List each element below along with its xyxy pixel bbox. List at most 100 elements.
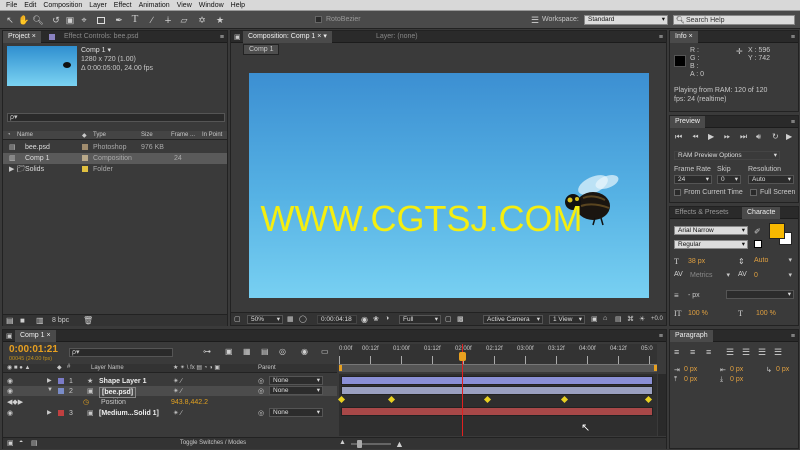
loop-icon[interactable]: ↻: [772, 132, 779, 141]
tab-info[interactable]: Info ×: [670, 31, 698, 43]
expand-switches-icon[interactable]: ▣: [7, 439, 14, 447]
menu-file[interactable]: File: [6, 2, 17, 9]
camera-tool-icon[interactable]: ▣: [64, 14, 76, 26]
visibility-eye-icon[interactable]: ◉: [7, 377, 13, 385]
work-area-bar[interactable]: [339, 364, 657, 372]
tab-effects-presets[interactable]: Effects & Presets: [670, 207, 734, 219]
time-navigator-end-icon[interactable]: [654, 365, 657, 371]
expand-arrow-icon[interactable]: ▼: [47, 387, 53, 393]
layer-label-color[interactable]: [58, 388, 64, 394]
expand-stretch-icon[interactable]: ▤: [31, 439, 38, 447]
tab-paragraph[interactable]: Paragraph: [670, 330, 713, 342]
leading-select[interactable]: Auto ▾: [752, 256, 794, 265]
puppet-tool-icon[interactable]: ★: [214, 14, 226, 26]
pan-behind-tool-icon[interactable]: ⌖: [78, 14, 90, 26]
hand-tool-icon[interactable]: ✋: [18, 14, 30, 26]
camera-select[interactable]: Active Camera ▾: [483, 315, 543, 324]
layer-duration-bar[interactable]: [341, 407, 653, 416]
position-property-value[interactable]: 943.8,442.2: [171, 398, 208, 407]
header-frame-rate[interactable]: Frame ...: [171, 131, 195, 140]
timeline-scrollbar[interactable]: [658, 374, 666, 436]
vertical-scale-value[interactable]: 100 %: [688, 309, 708, 318]
snapshot-icon[interactable]: ◉: [361, 315, 368, 324]
hide-shy-icon[interactable]: ▦: [243, 347, 251, 356]
roto-brush-icon[interactable]: ✡: [196, 14, 208, 26]
project-item-bee-psd[interactable]: ▤ bee.psd Photoshop 976 KB: [3, 142, 227, 153]
expand-arrow-icon[interactable]: ▶︎: [47, 409, 52, 416]
panel-menu-icon[interactable]: ≡: [791, 31, 795, 43]
new-comp-icon[interactable]: ▥: [36, 316, 44, 325]
tab-composition[interactable]: Composition: Comp 1 × ▾: [243, 31, 332, 43]
chevron-down-icon[interactable]: ▾: [323, 33, 327, 40]
parent-pick-whip-icon[interactable]: ◎: [258, 409, 264, 417]
frame-rate-select[interactable]: 24 ▾: [674, 175, 712, 184]
align-left-icon[interactable]: ≡: [674, 347, 679, 357]
menu-view[interactable]: View: [177, 2, 192, 9]
zoom-in-icon[interactable]: ▲: [395, 439, 404, 449]
parent-select[interactable]: None ▾: [269, 376, 323, 385]
audio-icon[interactable]: 🔊︎: [756, 132, 761, 142]
zoom-slider-handle[interactable]: [357, 440, 362, 448]
layer-name[interactable]: [bee.psd]: [99, 387, 137, 398]
interpret-footage-icon[interactable]: ▤: [6, 316, 14, 325]
toggle-pixel-icon[interactable]: ▣: [591, 315, 598, 323]
mask-icon[interactable]: ◯: [299, 315, 307, 323]
resolution-select[interactable]: Full ▾: [399, 315, 441, 324]
timecode[interactable]: 0:00:01:21: [9, 344, 58, 355]
menu-help[interactable]: Help: [231, 2, 245, 9]
keyframe-diamond[interactable]: [483, 395, 491, 404]
rotobezier-checkbox[interactable]: [315, 16, 322, 23]
keyframe-diamond[interactable]: [337, 395, 346, 404]
always-preview-icon[interactable]: ▢: [234, 315, 241, 323]
lock-icon[interactable]: ▣: [234, 33, 241, 41]
eyedropper-icon[interactable]: ✐: [754, 227, 761, 236]
header-in-point[interactable]: In Point: [202, 131, 222, 140]
panel-menu-icon[interactable]: ≡: [659, 31, 663, 43]
project-search[interactable]: ρ▾: [7, 113, 225, 122]
current-time-field[interactable]: 0:00:04:18: [317, 315, 357, 324]
ram-preview-options-select[interactable]: RAM Preview Options ▾: [674, 151, 780, 160]
space-before-value[interactable]: 0 px: [684, 375, 697, 384]
layer-label-color[interactable]: [58, 410, 64, 416]
trash-icon[interactable]: 🗑︎: [83, 316, 93, 325]
exposure-icon[interactable]: ☀: [639, 315, 645, 323]
parent-pick-whip-icon[interactable]: ◎: [258, 387, 264, 395]
align-center-icon[interactable]: ≡: [690, 347, 695, 357]
channel-icon[interactable]: ◑: [385, 315, 389, 322]
menu-edit[interactable]: Edit: [24, 2, 36, 9]
keyframe-diamond[interactable]: [644, 395, 652, 404]
layer-switches[interactable]: ✴ ∕: [173, 409, 182, 417]
keyframe-nav-icon[interactable]: ◀◆▶: [7, 398, 23, 406]
exposure-value[interactable]: +0.0: [651, 315, 663, 324]
parent-select[interactable]: None ▾: [269, 386, 323, 395]
tab-layer[interactable]: Layer: (none): [371, 31, 423, 43]
layer-name[interactable]: [Medium...Solid 1]: [99, 409, 159, 418]
font-select[interactable]: Arial Narrow ▾: [674, 226, 748, 235]
brush-tool-icon[interactable]: ∕: [146, 14, 158, 26]
zoom-tool-icon[interactable]: 🔍︎: [32, 14, 44, 26]
full-screen-checkbox[interactable]: [750, 189, 757, 196]
layer-label-color[interactable]: [58, 378, 64, 384]
panel-menu-icon[interactable]: ≡: [220, 31, 224, 43]
kerning-select[interactable]: Metrics ▾: [688, 271, 732, 280]
region-icon[interactable]: ▢: [445, 315, 452, 323]
expand-arrow-icon[interactable]: ▶︎: [47, 377, 52, 384]
search-help-input[interactable]: 🔍︎ Search Help: [673, 15, 795, 25]
bpc-label[interactable]: 8 bpc: [52, 316, 69, 325]
close-icon[interactable]: ×: [46, 332, 50, 339]
indent-first-value[interactable]: 0 px: [776, 365, 789, 374]
last-frame-icon[interactable]: ⏭︎: [740, 132, 747, 142]
stroke-style-select[interactable]: ▾: [726, 290, 794, 299]
expand-modes-icon[interactable]: ◓: [19, 439, 23, 446]
tab-preview[interactable]: Preview: [670, 116, 705, 128]
selection-tool-icon[interactable]: ↖: [4, 14, 16, 26]
layer-row[interactable]: ◉ ▶︎ 3 ▣ [Medium...Solid 1] ✴ ∕ ◎ None ▾: [3, 408, 337, 418]
track-area[interactable]: [337, 374, 657, 436]
parent-select[interactable]: None ▾: [269, 408, 323, 417]
horizontal-scale-value[interactable]: 100 %: [756, 309, 776, 318]
indent-left-value[interactable]: 0 px: [684, 365, 697, 374]
fast-preview-icon[interactable]: ⌂: [603, 315, 607, 322]
layer-row[interactable]: ◉ ▼ 2 ▣ [bee.psd] ✴ ∕ ◎ None ▾: [3, 386, 337, 398]
parent-pick-whip-icon[interactable]: ◎: [258, 377, 264, 385]
panel-menu-icon[interactable]: ≡: [659, 330, 663, 342]
